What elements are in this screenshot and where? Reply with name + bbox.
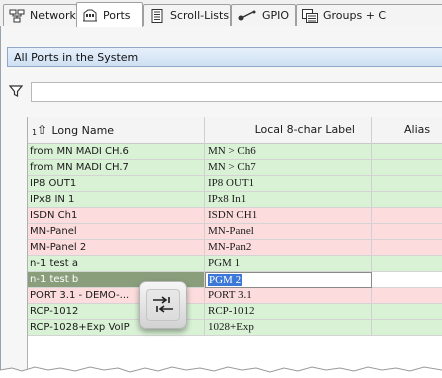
- long-name-cell: IP8 OUT1: [28, 176, 205, 191]
- label-cell[interactable]: 1028+Exp: [205, 320, 372, 335]
- alias-cell[interactable]: [372, 208, 442, 223]
- long-name-cell: MN-Panel 2: [28, 240, 205, 255]
- label-cell[interactable]: IPx8 In1: [205, 192, 372, 207]
- long-name-cell: ISDN Ch1: [28, 208, 205, 223]
- table-row-selected[interactable]: n-1 test b PGM 2: [28, 272, 442, 288]
- tab-groups-label: Groups + C: [323, 9, 387, 22]
- table-row[interactable]: n-1 test a PGM 1: [28, 256, 442, 272]
- ports-icon: [82, 8, 98, 22]
- column-header-label-text: Local 8-char Label: [254, 123, 355, 136]
- long-name-cell: n-1 test a: [28, 256, 205, 271]
- alias-cell[interactable]: [372, 304, 442, 319]
- alias-cell[interactable]: [372, 272, 442, 287]
- tab-gpio[interactable]: GPIO: [231, 4, 296, 26]
- filter-icon[interactable]: [8, 84, 24, 98]
- label-edit-field[interactable]: PGM 2: [205, 272, 372, 288]
- port-scope-selector[interactable]: All Ports in the System: [7, 47, 442, 67]
- alias-cell[interactable]: [372, 192, 442, 207]
- alias-cell[interactable]: [372, 160, 442, 175]
- tab-key-icon: [146, 289, 180, 321]
- tab-scroll-lists-label: Scroll-Lists: [170, 9, 230, 22]
- scroll-list-icon: [149, 8, 165, 23]
- table-row[interactable]: from MN MADI CH.6 MN > Ch6: [28, 144, 442, 160]
- tab-scroll-lists[interactable]: Scroll-Lists: [143, 4, 231, 26]
- tab-bar: Network Ports Scroll-Lists GPIO Groups +…: [0, 0, 442, 27]
- alias-cell[interactable]: [372, 320, 442, 335]
- tab-ports-label: Ports: [103, 8, 131, 22]
- label-cell[interactable]: IP8 OUT1: [205, 176, 372, 191]
- alias-cell[interactable]: [372, 288, 442, 303]
- label-cell[interactable]: MN-Pan2: [205, 240, 372, 255]
- alias-cell[interactable]: [372, 176, 442, 191]
- table-header: 1⇧ Long Name Local 8-char Label Alias: [28, 117, 442, 144]
- column-header-label[interactable]: Local 8-char Label: [205, 117, 372, 144]
- torn-edge: [0, 366, 442, 378]
- table-row[interactable]: PORT 3.1 - DEMO-... PORT 3.1: [28, 288, 442, 304]
- column-header-long-name-label: Long Name: [51, 124, 115, 137]
- filter-row: [7, 82, 442, 102]
- long-name-cell: from MN MADI CH.6: [28, 144, 205, 159]
- column-header-alias-text: Alias: [404, 123, 431, 136]
- tab-network[interactable]: Network: [3, 4, 77, 26]
- label-cell[interactable]: MN-Panel: [205, 224, 372, 239]
- label-edit-text[interactable]: PGM 2: [208, 274, 243, 286]
- long-name-cell: MN-Panel: [28, 224, 205, 239]
- table-row[interactable]: RCP-1028+Exp VoIP 1028+Exp: [28, 320, 442, 336]
- gpio-icon: [237, 9, 257, 23]
- label-cell[interactable]: PORT 3.1: [205, 288, 372, 303]
- column-header-long-name[interactable]: 1⇧ Long Name: [28, 117, 205, 144]
- table-row[interactable]: IP8 OUT1 IP8 OUT1: [28, 176, 442, 192]
- tab-groups[interactable]: Groups + C: [296, 4, 442, 26]
- groups-icon: [302, 8, 318, 23]
- table-row[interactable]: MN-Panel MN-Panel: [28, 224, 442, 240]
- label-cell[interactable]: PGM 1: [205, 256, 372, 271]
- sort-priority: 1: [32, 128, 38, 137]
- alias-cell[interactable]: [372, 256, 442, 271]
- label-cell[interactable]: MN > Ch7: [205, 160, 372, 175]
- label-cell[interactable]: ISDN CH1: [205, 208, 372, 223]
- table-row[interactable]: from MN MADI CH.7 MN > Ch7: [28, 160, 442, 176]
- label-cell[interactable]: RCP-1012: [205, 304, 372, 319]
- long-name-cell: IPx8 IN 1: [28, 192, 205, 207]
- table-row[interactable]: RCP-1012 RCP-1012: [28, 304, 442, 320]
- column-header-alias[interactable]: Alias: [372, 117, 442, 144]
- alias-cell[interactable]: [372, 224, 442, 239]
- filter-input[interactable]: [31, 82, 442, 102]
- tab-key-overlay: [139, 281, 187, 329]
- table-row[interactable]: ISDN Ch1 ISDN CH1: [28, 208, 442, 224]
- table-row[interactable]: IPx8 IN 1 IPx8 In1: [28, 192, 442, 208]
- table-row[interactable]: MN-Panel 2 MN-Pan2: [28, 240, 442, 256]
- tab-gpio-label: GPIO: [262, 9, 290, 22]
- alias-cell[interactable]: [372, 240, 442, 255]
- tab-ports[interactable]: Ports: [76, 2, 143, 27]
- sort-ascending-icon: 1⇧: [32, 123, 48, 137]
- ports-table: 1⇧ Long Name Local 8-char Label Alias fr…: [27, 117, 442, 378]
- long-name-cell: from MN MADI CH.7: [28, 160, 205, 175]
- tab-network-label: Network: [30, 9, 76, 22]
- alias-cell[interactable]: [372, 144, 442, 159]
- network-icon: [9, 9, 25, 23]
- label-cell[interactable]: MN > Ch6: [205, 144, 372, 159]
